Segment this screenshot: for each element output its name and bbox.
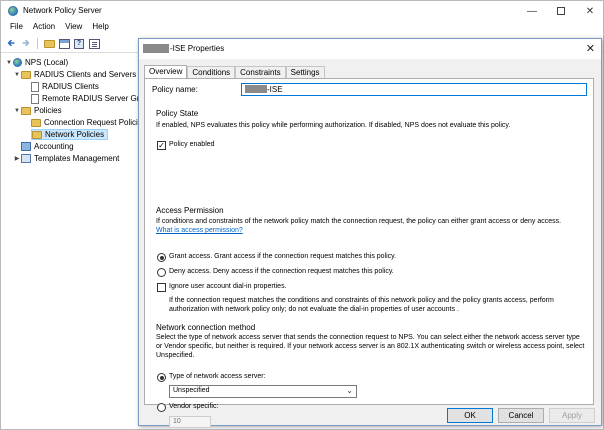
policy-state-group: Policy State If enabled, NPS evaluates t… [152, 109, 588, 155]
toolbar-separator [37, 38, 38, 49]
window-title: Network Policy Server [23, 6, 102, 15]
dialog-title: -ISE Properties [170, 44, 225, 53]
policy-name-input[interactable]: -ISE [241, 83, 587, 96]
policy-name-label: Policy name: [152, 85, 198, 94]
folder-icon [43, 39, 55, 48]
collapse-chevron-icon[interactable]: ▼ [5, 60, 13, 66]
nas-type-select[interactable]: Unspecified ⌄ [169, 385, 357, 398]
ignore-dial-in-checkbox[interactable] [157, 283, 166, 292]
tab-overview[interactable]: Overview [144, 65, 188, 79]
grant-access-radio[interactable] [157, 253, 166, 262]
close-window-button[interactable]: ✕ [577, 3, 603, 19]
tree-label: Accounting [34, 142, 74, 151]
tree-item-templates-management[interactable]: ▶ Templates Management [13, 153, 119, 164]
up-folder-button[interactable] [43, 38, 55, 50]
chevron-down-icon: ⌄ [346, 386, 353, 395]
menu-bar: File Action View Help [1, 21, 603, 35]
tree-label: NPS (Local) [25, 58, 69, 67]
menu-help[interactable]: Help [87, 21, 113, 35]
show-hide-tree-button[interactable] [58, 38, 70, 50]
dialog-title-bar: -ISE Properties ✕ [139, 39, 601, 59]
tree-item-radius-clients-servers[interactable]: ▼ RADIUS Clients and Servers [13, 69, 136, 80]
folder-icon [21, 70, 31, 79]
menu-action[interactable]: Action [28, 21, 60, 35]
network-connection-description: Select the type of network access server… [156, 334, 585, 359]
properties-button[interactable] [88, 38, 100, 50]
help-button[interactable]: ? [73, 38, 85, 50]
tree-item-policies[interactable]: ▼ Policies [13, 105, 62, 116]
templates-icon [21, 154, 31, 163]
access-permission-group: Access Permission If conditions and cons… [152, 206, 588, 318]
ignore-dial-in-label: Ignore user account dial-in properties. [169, 283, 287, 290]
tree-label: Policies [34, 106, 62, 115]
collapse-chevron-icon[interactable]: ▼ [13, 72, 21, 78]
ok-button[interactable]: OK [447, 408, 493, 423]
redacted-policy-name [245, 85, 267, 93]
network-connection-title: Network connection method [156, 323, 256, 332]
document-icon [31, 93, 39, 104]
nas-type-label: Type of network access server: [169, 373, 266, 380]
folder-icon [21, 106, 31, 115]
tree-label: Templates Management [34, 154, 120, 163]
folder-icon [32, 130, 42, 139]
vendor-specific-stepper[interactable]: 10 [169, 416, 211, 428]
tree-item-remote-radius-groups[interactable]: Remote RADIUS Server Grou [31, 93, 139, 104]
grant-access-label: Grant access. Grant access if the connec… [169, 253, 397, 260]
console-tree-icon [58, 38, 70, 49]
title-bar: Network Policy Server — ✕ [1, 1, 603, 21]
tree-item-network-policies[interactable]: Network Policies [31, 129, 109, 140]
expand-chevron-icon[interactable]: ▶ [13, 155, 21, 162]
folder-icon [31, 118, 41, 127]
tree-label: Remote RADIUS Server Grou [42, 94, 139, 103]
maximize-icon [557, 7, 565, 15]
policy-enabled-label: Policy enabled [169, 141, 215, 148]
accounting-icon [21, 142, 31, 151]
collapse-chevron-icon[interactable]: ▼ [13, 108, 21, 114]
overview-tab-panel: Policy name: -ISE Policy State If enable… [144, 78, 594, 428]
apply-button[interactable]: Apply [549, 408, 595, 423]
menu-view[interactable]: View [60, 21, 87, 35]
maximize-button[interactable] [548, 3, 574, 19]
tree-label: Network Policies [45, 130, 105, 139]
tree-label: RADIUS Clients [42, 82, 99, 91]
help-icon: ? [74, 38, 84, 49]
tree-item-connection-request-policies[interactable]: Connection Request Policie [31, 117, 139, 128]
tree-item-radius-clients[interactable]: RADIUS Clients [31, 81, 99, 92]
minimize-button[interactable]: — [519, 3, 545, 19]
policy-name-value: -ISE [267, 85, 283, 94]
nas-type-radio[interactable] [157, 373, 166, 382]
access-permission-text: If conditions and constraints of the net… [156, 218, 562, 225]
cancel-button[interactable]: Cancel [498, 408, 544, 423]
back-arrow-icon[interactable]: 🡰 [5, 38, 17, 50]
network-connection-group: Network connection method Select the typ… [152, 323, 588, 412]
nps-app-icon [8, 6, 18, 16]
tree-label: Connection Request Policie [44, 118, 139, 127]
properties-dialog: -ISE Properties ✕ Overview Conditions Co… [138, 38, 602, 428]
dialog-close-icon[interactable]: ✕ [586, 42, 595, 55]
document-icon [31, 81, 39, 92]
nps-icon [13, 58, 22, 67]
vendor-specific-label: Vendor specific: [169, 403, 219, 410]
vendor-specific-radio[interactable] [157, 403, 166, 412]
forward-arrow-icon[interactable]: 🡲 [20, 38, 32, 50]
tree-item-nps-local[interactable]: ▼ NPS (Local) [5, 57, 68, 68]
nas-type-value: Unspecified [173, 387, 210, 394]
tree-label: RADIUS Clients and Servers [34, 70, 137, 79]
redacted-policy-name [143, 44, 169, 53]
tree-item-accounting[interactable]: Accounting [21, 141, 74, 152]
deny-access-label: Deny access. Deny access if the connecti… [169, 268, 394, 275]
access-permission-help-link[interactable]: What is access permission? [156, 227, 243, 234]
vendor-specific-value: 10 [173, 418, 181, 425]
policy-state-title: Policy State [156, 109, 199, 118]
policy-state-description: If enabled, NPS evaluates this policy wh… [156, 122, 511, 129]
menu-file[interactable]: File [5, 21, 28, 35]
properties-icon [88, 38, 100, 49]
deny-access-radio[interactable] [157, 268, 166, 277]
ignore-dial-in-description: If the connection request matches the co… [169, 297, 554, 313]
tab-strip: Overview Conditions Constraints Settings [144, 65, 325, 79]
console-tree: ▼ NPS (Local) ▼ RADIUS Clients and Serve… [5, 55, 139, 425]
access-permission-description: If conditions and constraints of the net… [156, 217, 576, 235]
policy-enabled-checkbox[interactable]: ✓ [157, 141, 166, 150]
access-permission-title: Access Permission [156, 206, 224, 215]
